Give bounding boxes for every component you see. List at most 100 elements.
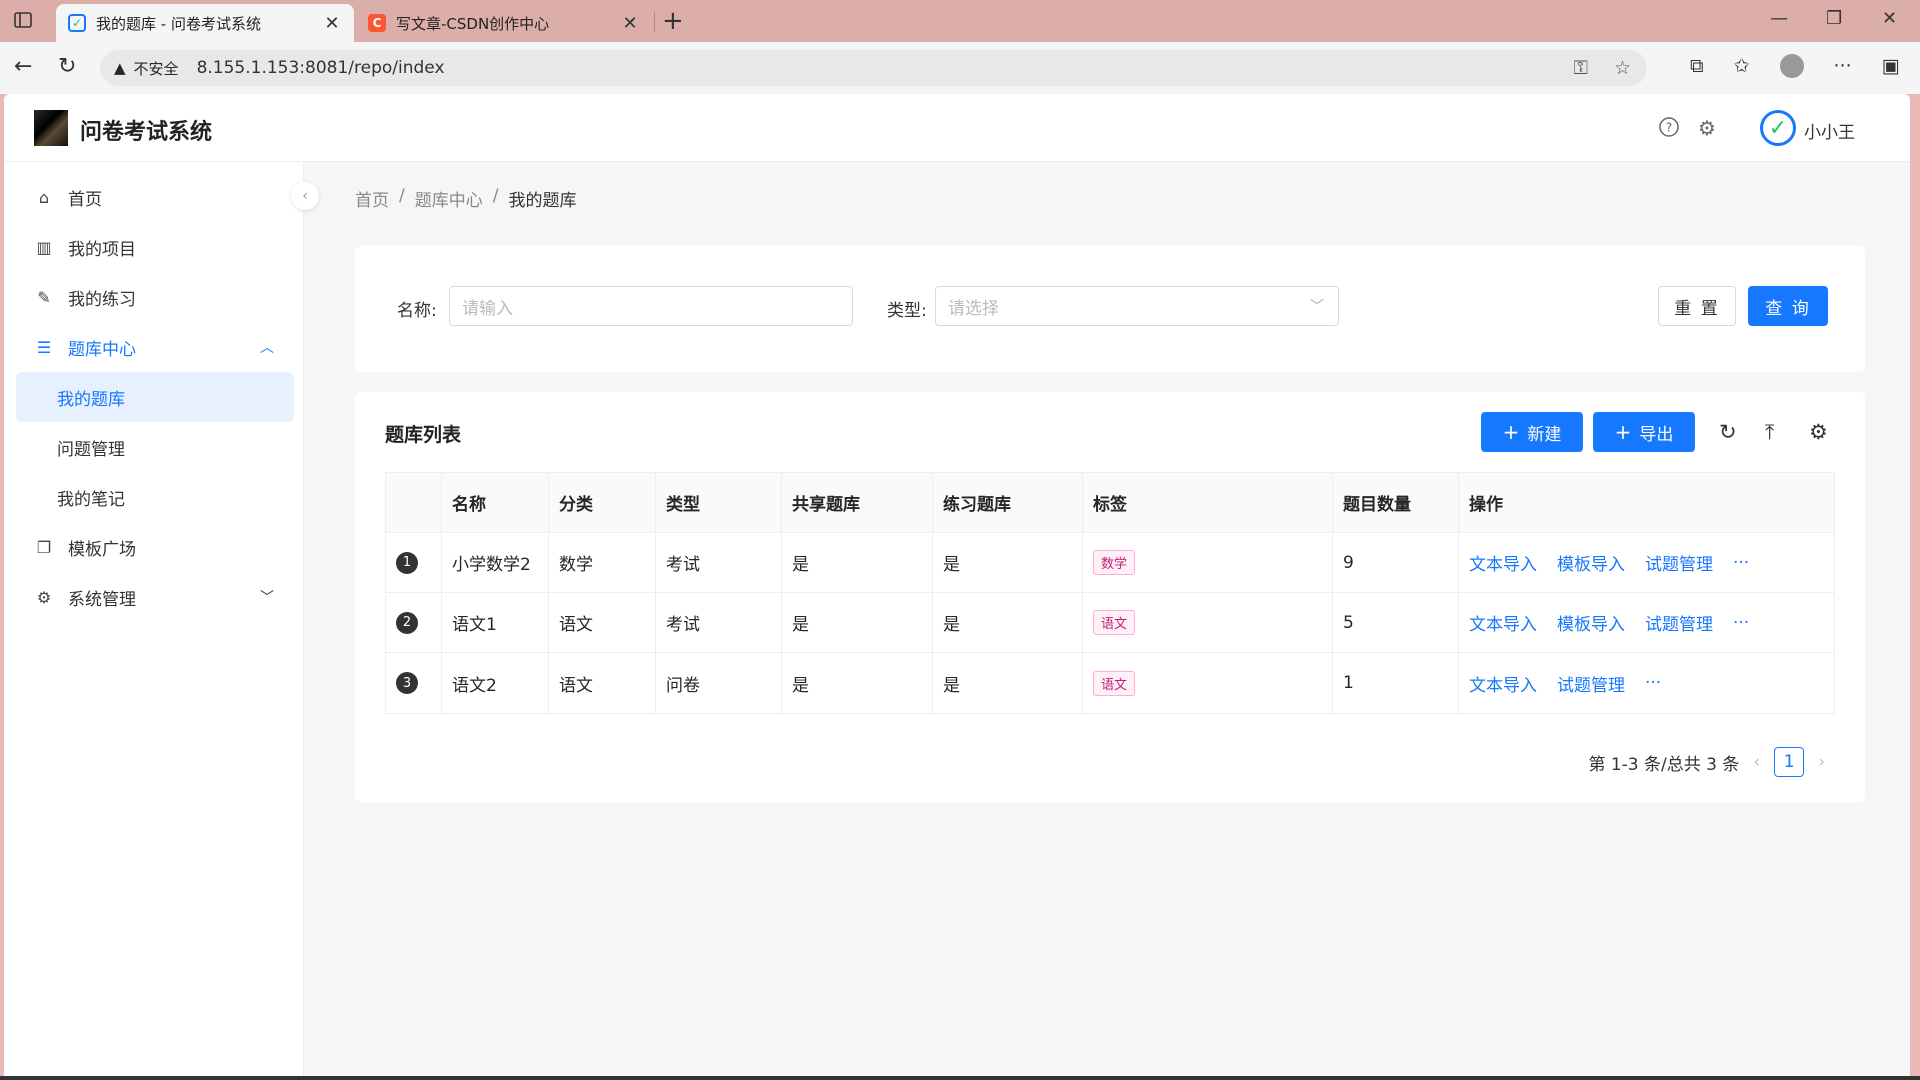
sidebar-toggle-icon[interactable] [12, 9, 36, 33]
close-tab-icon[interactable]: ✕ [322, 13, 342, 34]
checklist-favicon-icon: ✓ [68, 14, 86, 32]
cell-practice: 是 [933, 533, 1083, 592]
cell-shared: 是 [782, 593, 933, 652]
url-box[interactable]: ▲ 不安全 8.155.1.153:8081/repo/index ⚿ ☆ [100, 50, 1647, 86]
profile-icon[interactable] [1779, 54, 1804, 78]
page-button[interactable]: 1 [1774, 747, 1805, 777]
sidebar-item-my-repo[interactable]: 我的题库 [16, 372, 294, 422]
cell-category: 数学 [549, 533, 656, 592]
sidebar-item-label: 首页 [68, 189, 102, 210]
collapse-sidebar-button[interactable]: ‹ [291, 182, 319, 210]
table-row: 2 语文1 语文 考试 是 是 语文 5 文本导入 模板导入 试题管理 ··· [386, 593, 1834, 653]
browser-tab-active[interactable]: ✓ 我的题库 - 问卷考试系统 ✕ [56, 4, 354, 42]
close-tab-icon[interactable]: ✕ [620, 13, 640, 34]
sidebar-item-projects[interactable]: ▥ 我的项目 [4, 222, 304, 272]
edit-icon: ✎ [37, 287, 51, 307]
gear-icon: ⚙ [36, 587, 52, 607]
plus-icon: + [1502, 420, 1520, 444]
text-import-link[interactable]: 文本导入 [1469, 671, 1537, 696]
new-label: 新建 [1527, 424, 1562, 445]
name-input[interactable]: 请输入 [449, 286, 853, 326]
help-icon[interactable]: ? [1658, 116, 1680, 143]
user-avatar[interactable]: ✓ [1760, 110, 1796, 146]
pagination: 第 1-3 条/总共 3 条 ‹ 1 › [1588, 747, 1825, 777]
text-import-link[interactable]: 文本导入 [1469, 550, 1537, 575]
column-header: 标签 [1083, 473, 1333, 532]
minimize-icon[interactable]: — [1770, 8, 1788, 29]
sidebar-item-question-manage[interactable]: 问题管理 [16, 422, 294, 472]
user-name[interactable]: 小小王 [1804, 118, 1855, 143]
chevron-right-icon[interactable]: › [1818, 752, 1825, 772]
sidebar-item-label: 模板广场 [68, 539, 136, 560]
chevron-left-icon[interactable]: ‹ [1753, 752, 1760, 772]
name-placeholder: 请输入 [462, 298, 513, 319]
repo-table: 名称 分类 类型 共享题库 练习题库 标签 题目数量 操作 1 小学数学2 数学… [385, 472, 1835, 714]
favorites-icon[interactable]: ✩ [1734, 55, 1750, 77]
chevron-up-icon: ︿ [260, 340, 274, 356]
cell-type: 考试 [656, 593, 782, 652]
settings-icon[interactable]: ⚙ [1698, 116, 1716, 140]
app-window: 问卷考试系统 ? ⚙ ✓ 小小王 ⌂ 首页 ▥ 我的项目 ✎ 我的练习 ☰ 题库… [4, 94, 1910, 1076]
query-button[interactable]: 查 询 [1748, 286, 1828, 326]
table-row: 1 小学数学2 数学 考试 是 是 数学 9 文本导入 模板导入 试题管理 ··… [386, 533, 1834, 593]
more-actions-icon[interactable]: ··· [1733, 613, 1749, 633]
cell-name: 语文1 [442, 593, 549, 652]
name-label: 名称: [397, 301, 437, 321]
more-menu-icon[interactable]: ··· [1834, 55, 1852, 77]
sidebar-item-my-notes[interactable]: 我的笔记 [16, 472, 294, 522]
tag-badge: 数学 [1093, 550, 1136, 575]
reload-icon[interactable]: ↻ [58, 54, 76, 79]
chevron-down-icon: ﹀ [1310, 299, 1324, 315]
more-actions-icon[interactable]: ··· [1733, 553, 1749, 573]
more-actions-icon[interactable]: ··· [1645, 673, 1661, 693]
question-manage-link[interactable]: 试题管理 [1645, 610, 1713, 635]
csdn-favicon-icon: C [368, 14, 386, 32]
new-tab-icon[interactable]: + [662, 6, 684, 36]
question-manage-link[interactable]: 试题管理 [1645, 550, 1713, 575]
export-label: 导出 [1639, 424, 1674, 445]
sidebar-panel-icon[interactable]: ▣ [1882, 55, 1900, 77]
column-header: 共享题库 [782, 473, 933, 532]
sidebar-item-label: 题库中心 [68, 339, 136, 360]
type-select[interactable]: 请选择 ﹀ [935, 286, 1339, 326]
text-import-link[interactable]: 文本导入 [1469, 610, 1537, 635]
column-header: 题目数量 [1333, 473, 1459, 532]
new-button[interactable]: + 新建 [1481, 412, 1583, 452]
template-import-link[interactable]: 模板导入 [1557, 550, 1625, 575]
url-text[interactable]: 8.155.1.153:8081/repo/index [197, 58, 445, 78]
app-title: 问卷考试系统 [80, 120, 213, 145]
project-icon: ▥ [36, 237, 52, 257]
close-window-icon[interactable]: ✕ [1882, 8, 1897, 29]
sidebar-item-templates[interactable]: ❐ 模板广场 [4, 522, 304, 572]
breadcrumb-home[interactable]: 首页 [355, 186, 389, 211]
question-manage-link[interactable]: 试题管理 [1557, 671, 1625, 696]
extensions-icon[interactable]: ⧉ [1690, 55, 1704, 77]
sidebar-item-system[interactable]: ⚙ 系统管理 ﹀ [4, 572, 304, 622]
refresh-icon[interactable]: ↻ [1719, 420, 1737, 444]
column-height-icon[interactable]: ⤒ [1765, 420, 1774, 445]
favorite-star-icon[interactable]: ☆ [1614, 57, 1631, 79]
restore-icon[interactable]: ❐ [1826, 8, 1842, 29]
sidebar-item-label: 我的题库 [57, 389, 125, 410]
breadcrumb-repo-center[interactable]: 题库中心 [415, 186, 483, 211]
table-settings-icon[interactable]: ⚙ [1809, 420, 1828, 444]
export-button[interactable]: + 导出 [1593, 412, 1695, 452]
password-key-icon[interactable]: ⚿ [1573, 57, 1587, 79]
cell-shared: 是 [782, 653, 933, 713]
table-title: 题库列表 [385, 424, 462, 446]
row-index-badge: 2 [396, 611, 418, 634]
sidebar-item-label: 我的笔记 [57, 489, 125, 510]
security-label: 不安全 [133, 59, 179, 78]
warning-icon: ▲ [114, 59, 126, 77]
type-placeholder: 请选择 [948, 298, 999, 319]
column-header: 操作 [1469, 495, 1503, 515]
sidebar-item-practice[interactable]: ✎ 我的练习 [4, 272, 304, 322]
browser-tab-inactive[interactable]: C 写文章-CSDN创作中心 ✕ [356, 4, 652, 42]
sidebar-item-repo-center[interactable]: ☰ 题库中心 ︿ [4, 322, 304, 372]
sidebar-item-home[interactable]: ⌂ 首页 [4, 172, 304, 222]
back-icon[interactable]: ← [14, 54, 32, 79]
template-import-link[interactable]: 模板导入 [1557, 610, 1625, 635]
app-header: 问卷考试系统 ? ⚙ ✓ 小小王 [4, 94, 1910, 162]
reset-button[interactable]: 重 置 [1658, 286, 1736, 326]
sidebar-item-label: 问题管理 [57, 439, 125, 460]
